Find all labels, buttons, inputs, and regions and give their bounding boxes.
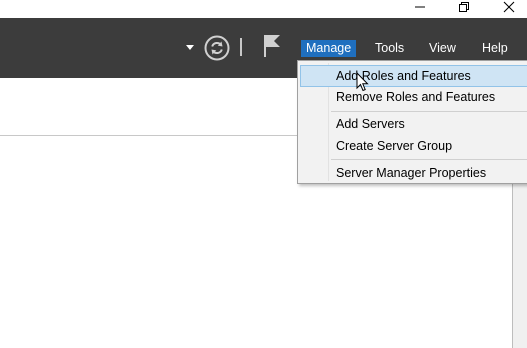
menu-help[interactable]: Help [482, 40, 508, 57]
caret-down-icon[interactable] [184, 42, 196, 54]
menu-item-add-roles-and-features[interactable]: Add Roles and Features [300, 65, 527, 87]
restore-icon[interactable] [452, 0, 476, 14]
menu-tools[interactable]: Tools [375, 40, 404, 57]
manage-dropdown-menu: Add Roles and Features Remove Roles and … [297, 60, 527, 184]
close-icon[interactable] [497, 0, 521, 14]
menu-item-remove-roles-and-features[interactable]: Remove Roles and Features [300, 87, 527, 109]
server-manager-window: Manage Tools View Help Add Roles and Fea… [0, 0, 527, 348]
flag-icon[interactable] [262, 33, 282, 59]
title-bar [0, 0, 527, 18]
menu-view[interactable]: View [429, 40, 456, 57]
menu-item-add-servers[interactable]: Add Servers [300, 114, 527, 136]
menu-separator [331, 159, 527, 160]
menu-manage[interactable]: Manage [301, 40, 357, 57]
menu-item-create-server-group[interactable]: Create Server Group [300, 136, 527, 158]
refresh-icon[interactable] [203, 34, 231, 62]
mouse-cursor-icon [356, 71, 370, 92]
minimize-icon[interactable] [408, 0, 432, 14]
toolbar-divider [240, 38, 242, 56]
menu-separator [331, 111, 527, 112]
menu-item-server-manager-properties[interactable]: Server Manager Properties [300, 163, 527, 183]
